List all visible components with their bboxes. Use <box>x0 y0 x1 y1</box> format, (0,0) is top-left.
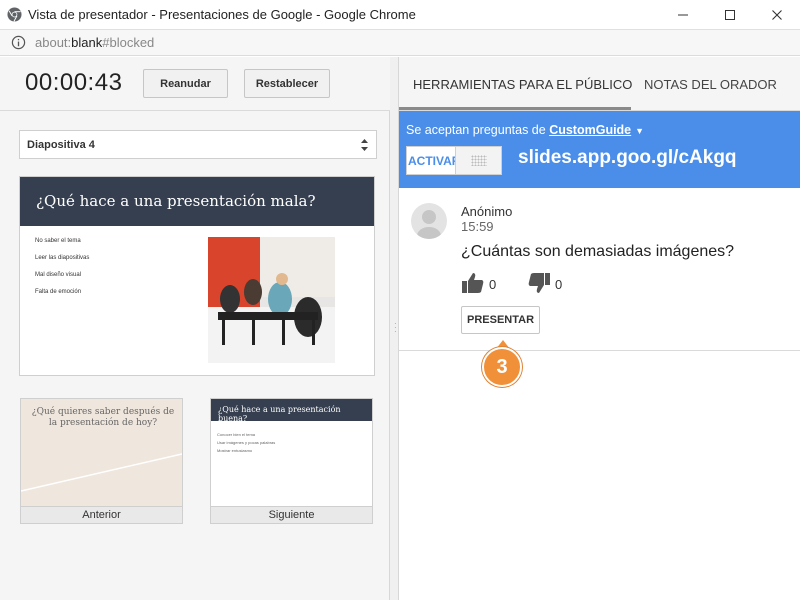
slide-bullet: Mal diseño visual <box>35 272 82 278</box>
slide-selector[interactable]: Diapositiva 4 <box>19 130 377 159</box>
tab-speaker-notes[interactable]: NOTAS DEL ORADOR <box>644 77 777 92</box>
person-icon <box>417 210 441 239</box>
question-time: 15:59 <box>461 219 494 234</box>
elapsed-timer: 00:00:43 <box>25 69 123 96</box>
presenter-controls: 00:00:43 Reanudar Restablecer <box>0 57 390 111</box>
grip-icon <box>471 155 487 166</box>
url-suffix: #blocked <box>102 35 155 50</box>
url-prefix: about: <box>35 35 72 50</box>
present-question-button[interactable]: PRESENTAR <box>461 306 540 334</box>
url-text[interactable]: about:blank#blocked <box>35 35 154 50</box>
close-button[interactable] <box>754 0 800 30</box>
maximize-button[interactable] <box>707 0 753 30</box>
window-title: Vista de presentador - Presentaciones de… <box>28 7 416 22</box>
question-author: Anónimo <box>461 204 513 219</box>
audience-photo <box>208 237 335 363</box>
slide-title: ¿Qué hace a una presentación mala? <box>36 192 316 210</box>
info-icon[interactable] <box>11 35 26 50</box>
presenter-left-panel: 00:00:43 Reanudar Restablecer Diapositiv… <box>0 57 390 600</box>
current-slide-preview: ¿Qué hace a una presentación mala? No sa… <box>19 176 375 376</box>
next-slide-line: Usar imágenes y pocas palabras <box>217 440 276 445</box>
accepting-label: Se aceptan preguntas de <box>406 123 546 137</box>
reset-button[interactable]: Restablecer <box>244 69 330 98</box>
next-slide-label[interactable]: Siguiente <box>210 507 373 524</box>
previous-slide-thumbnail[interactable]: ¿Qué quieres saber después de la present… <box>20 398 183 507</box>
slide-bullet: No saber el tema <box>35 238 81 244</box>
close-icon <box>772 10 782 20</box>
question-card: Anónimo 15:59 ¿Cuántas son demasiadas im… <box>399 188 800 351</box>
step-number-badge: 3 <box>482 347 522 387</box>
slide-bullet: Leer las diapositivas <box>35 255 90 261</box>
slide-bullet: Falta de emoción <box>35 289 82 295</box>
thumbs-down-icon[interactable] <box>527 272 551 294</box>
qa-banner: Se aceptan preguntas de CustomGuide ▼ ACT… <box>399 111 800 188</box>
thumbs-up-icon[interactable] <box>461 272 485 294</box>
toggle-handle <box>455 147 501 174</box>
downvote-count: 0 <box>555 277 563 292</box>
qa-short-url[interactable]: slides.app.goo.gl/cAkgq <box>518 147 737 169</box>
minimize-icon <box>678 14 688 16</box>
tab-bar: HERRAMIENTAS PARA EL PÚBLICO NOTAS DEL O… <box>399 57 800 111</box>
next-slide-line: Mostrar entusiasmo <box>217 448 253 453</box>
address-bar[interactable]: about:blank#blocked <box>0 30 800 56</box>
next-slide-line: Conocer bien el tema <box>217 432 256 437</box>
previous-slide-label[interactable]: Anterior <box>20 507 183 524</box>
dropdown-caret-icon[interactable]: ▼ <box>635 126 644 136</box>
avatar <box>411 203 447 239</box>
url-host: blank <box>71 35 103 50</box>
tab-audience-tools[interactable]: HERRAMIENTAS PARA EL PÚBLICO <box>413 77 632 92</box>
resume-button[interactable]: Reanudar <box>143 69 228 98</box>
chrome-icon <box>7 7 22 22</box>
next-slide-thumbnail[interactable]: ¿Qué hace a una presentación buena? Cono… <box>210 398 373 507</box>
upvote-count: 0 <box>489 277 497 292</box>
slide-decoration <box>21 453 182 492</box>
next-slide-title: ¿Qué hace a una presentación buena? <box>218 405 341 423</box>
qa-toggle[interactable]: ACTIVAR <box>406 146 502 175</box>
slide-selector-value: Diapositiva 4 <box>27 139 95 151</box>
title-bar: Vista de presentador - Presentaciones de… <box>0 0 800 30</box>
active-tab-indicator <box>399 107 631 110</box>
resize-grip-icon: · · · <box>394 319 397 336</box>
minimize-button[interactable] <box>660 0 706 30</box>
toggle-on-label: ACTIVAR <box>408 154 455 168</box>
panel-resize-handle[interactable]: · · · <box>390 57 399 600</box>
maximize-icon <box>725 10 735 20</box>
audience-link[interactable]: CustomGuide <box>549 123 631 137</box>
select-arrows-icon <box>361 139 368 151</box>
presenter-right-panel: HERRAMIENTAS PARA EL PÚBLICO NOTAS DEL O… <box>399 57 800 600</box>
accepting-questions-text: Se aceptan preguntas de CustomGuide ▼ <box>406 123 644 137</box>
question-text: ¿Cuántas son demasiadas imágenes? <box>461 243 735 260</box>
